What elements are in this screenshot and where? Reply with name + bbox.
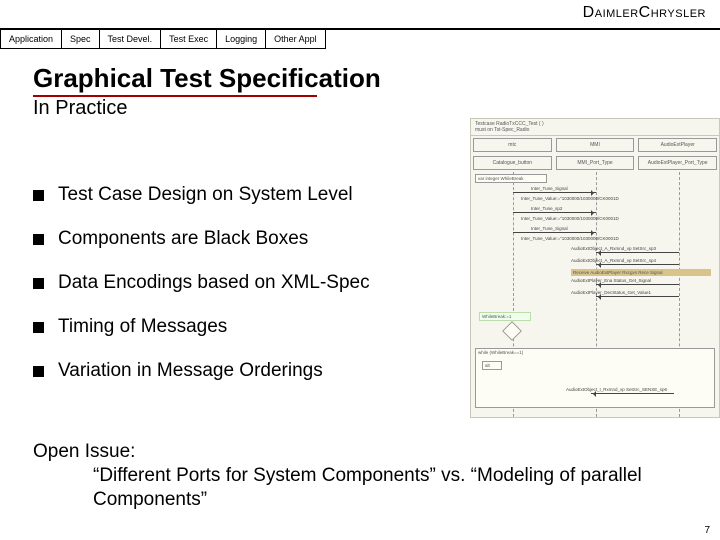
diagram-message-label: AudioExtPlayer_DecStatus_Get_Value1 [571,290,651,295]
slide-title: Graphical Test Specification [33,63,381,94]
tab-other-appl[interactable]: Other Appl [266,30,326,49]
brand-logo: DaimlerChrysler [583,4,706,22]
diagram-col: mtc [473,138,552,152]
diagram-while-frame: while (WhileBreak==1) alt AudioExtObject… [475,348,715,408]
sequence-diagram-thumbnail: Testcase RadioTxCCC_Test ( ) must on Tst… [470,118,720,418]
bullet-text: Timing of Messages [58,316,227,338]
bullet-icon [33,234,44,245]
diagram-lifeline-headers: mtc MMI AudioExtPlayer [471,136,719,154]
diagram-message-label: AudioExtPlayer_Ena Status_Get_Signal [571,278,651,283]
bullet-text: Components are Black Boxes [58,228,308,250]
bullet-icon [33,366,44,377]
slide-subtitle: In Practice [33,97,127,120]
list-item: Variation in Message Orderings [33,360,433,382]
open-issue-label: Open Issue: [33,441,135,462]
list-item: Timing of Messages [33,316,433,338]
diagram-lanes: var integer WhileBreak Inter_Tune_Signal… [471,172,719,418]
brand-text: DaimlerChrysler [583,4,706,21]
diagram-while-label: while (WhileBreak==1) [478,350,523,355]
diagram-message-label: Inter_Tune_Value:="1030000/1030000/CK000… [521,196,619,201]
diagram-col: AudioExtPlayer [638,138,717,152]
list-item: Data Encodings based on XML-Spec [33,272,433,294]
diagram-message-label: Inter_Tune_Value:="1030000/1030000/CK000… [521,236,619,241]
diagram-col: MMI [556,138,635,152]
diagram-message-label: AudioExtObject_A_Rxmnd_vp SetSrc_sp3 [571,246,656,251]
bullet-icon [33,278,44,289]
diagram-message-label: AudioExtObject_A_Rxmnd_vp SetSrc_sp4 [571,258,656,263]
diagram-highlight: Receive AudioExtPlayer Rxcgvs Rece Signa… [571,269,711,276]
tab-spec[interactable]: Spec [62,30,100,49]
bullet-icon [33,190,44,201]
diagram-subtitle: must on Tst-Spec_Radio [475,127,715,133]
bullet-text: Data Encodings based on XML-Spec [58,272,370,294]
diagram-col-sub: AudioExtPlayer_Port_Type [638,156,717,170]
tab-test-devel[interactable]: Test Devel. [100,30,162,49]
diagram-col-sub: MMI_Port_Type [556,156,635,170]
diagram-message-label: Inter_Tune_sp2 [531,206,562,211]
diagram-header: Testcase RadioTxCCC_Test ( ) must on Tst… [471,119,719,136]
list-item: Components are Black Boxes [33,228,433,250]
diagram-alt-frame: alt [482,361,502,370]
diagram-lifeline-subheaders: Catalogue_button MMI_Port_Type AudioExtP… [471,154,719,172]
open-issue: Open Issue: “Different Ports for System … [33,440,700,511]
bullet-icon [33,322,44,333]
tab-application[interactable]: Application [0,30,62,49]
list-item: Test Case Design on System Level [33,184,433,206]
diagram-message-label: Inter_Tune_Value:="1030000/1030000/CK000… [521,216,619,221]
decision-icon [502,321,522,341]
diagram-message [596,296,679,304]
diagram-message-label: AudioExtObject_I_Rxmnd_vp SetSrc_SENSE_s… [566,387,667,392]
bullet-text: Variation in Message Orderings [58,360,323,382]
diagram-var-decl: var integer WhileBreak [475,174,547,183]
diagram-note: WhileBreak:=1 [479,312,531,321]
open-issue-text: “Different Ports for System Components” … [33,464,700,512]
diagram-col-sub: Catalogue_button [473,156,552,170]
page-number: 7 [704,525,710,536]
top-bar: DaimlerChrysler [0,0,720,30]
tab-strip: Application Spec Test Devel. Test Exec L… [0,30,326,49]
bullet-list: Test Case Design on System Level Compone… [33,184,433,404]
tab-test-exec[interactable]: Test Exec [161,30,217,49]
diagram-message-label: Inter_Tune_Signal [531,226,568,231]
bullet-text: Test Case Design on System Level [58,184,353,206]
diagram-message-label: Inter_Tune_Signal [531,186,568,191]
tab-logging[interactable]: Logging [217,30,266,49]
diagram-message [591,393,674,401]
